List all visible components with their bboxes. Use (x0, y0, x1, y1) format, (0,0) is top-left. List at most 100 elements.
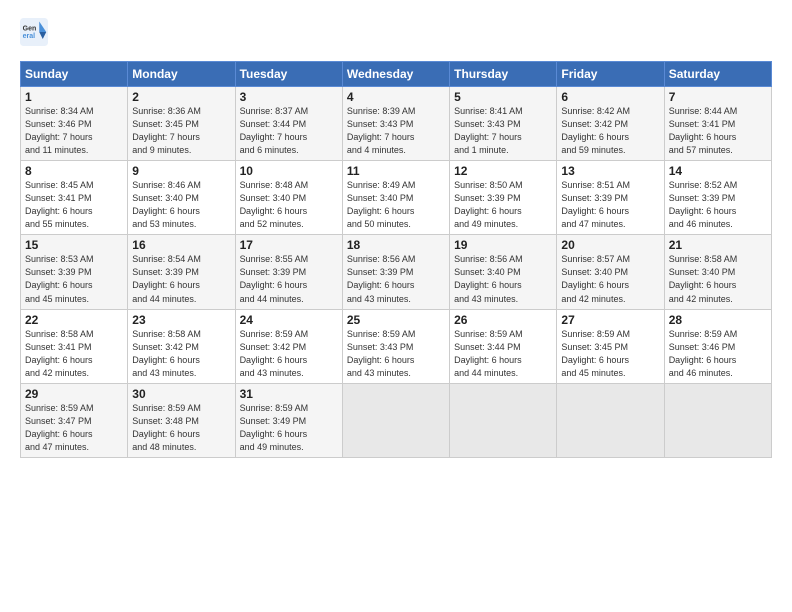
calendar-cell: 17Sunrise: 8:55 AM Sunset: 3:39 PM Dayli… (235, 235, 342, 309)
day-info: Sunrise: 8:37 AM Sunset: 3:44 PM Dayligh… (240, 105, 338, 157)
calendar-cell: 29Sunrise: 8:59 AM Sunset: 3:47 PM Dayli… (21, 383, 128, 457)
calendar-cell: 15Sunrise: 8:53 AM Sunset: 3:39 PM Dayli… (21, 235, 128, 309)
day-number: 1 (25, 90, 123, 104)
calendar-cell: 28Sunrise: 8:59 AM Sunset: 3:46 PM Dayli… (664, 309, 771, 383)
header-row: SundayMondayTuesdayWednesdayThursdayFrid… (21, 62, 772, 87)
calendar-cell: 5Sunrise: 8:41 AM Sunset: 3:43 PM Daylig… (450, 87, 557, 161)
day-info: Sunrise: 8:44 AM Sunset: 3:41 PM Dayligh… (669, 105, 767, 157)
calendar-cell (450, 383, 557, 457)
calendar-cell: 12Sunrise: 8:50 AM Sunset: 3:39 PM Dayli… (450, 161, 557, 235)
day-number: 30 (132, 387, 230, 401)
calendar-cell: 6Sunrise: 8:42 AM Sunset: 3:42 PM Daylig… (557, 87, 664, 161)
day-number: 9 (132, 164, 230, 178)
day-number: 2 (132, 90, 230, 104)
calendar-cell: 2Sunrise: 8:36 AM Sunset: 3:45 PM Daylig… (128, 87, 235, 161)
calendar-cell: 1Sunrise: 8:34 AM Sunset: 3:46 PM Daylig… (21, 87, 128, 161)
day-number: 19 (454, 238, 552, 252)
day-number: 13 (561, 164, 659, 178)
calendar-cell: 9Sunrise: 8:46 AM Sunset: 3:40 PM Daylig… (128, 161, 235, 235)
day-number: 8 (25, 164, 123, 178)
day-info: Sunrise: 8:59 AM Sunset: 3:42 PM Dayligh… (240, 328, 338, 380)
day-info: Sunrise: 8:39 AM Sunset: 3:43 PM Dayligh… (347, 105, 445, 157)
day-info: Sunrise: 8:59 AM Sunset: 3:45 PM Dayligh… (561, 328, 659, 380)
day-info: Sunrise: 8:59 AM Sunset: 3:49 PM Dayligh… (240, 402, 338, 454)
calendar-cell: 24Sunrise: 8:59 AM Sunset: 3:42 PM Dayli… (235, 309, 342, 383)
day-info: Sunrise: 8:56 AM Sunset: 3:40 PM Dayligh… (454, 253, 552, 305)
week-row-2: 8Sunrise: 8:45 AM Sunset: 3:41 PM Daylig… (21, 161, 772, 235)
day-number: 5 (454, 90, 552, 104)
day-number: 18 (347, 238, 445, 252)
day-number: 10 (240, 164, 338, 178)
calendar-table: SundayMondayTuesdayWednesdayThursdayFrid… (20, 61, 772, 458)
day-number: 26 (454, 313, 552, 327)
day-number: 11 (347, 164, 445, 178)
calendar-cell (557, 383, 664, 457)
day-number: 17 (240, 238, 338, 252)
day-number: 14 (669, 164, 767, 178)
day-info: Sunrise: 8:49 AM Sunset: 3:40 PM Dayligh… (347, 179, 445, 231)
header-day-monday: Monday (128, 62, 235, 87)
header-day-sunday: Sunday (21, 62, 128, 87)
day-info: Sunrise: 8:36 AM Sunset: 3:45 PM Dayligh… (132, 105, 230, 157)
calendar-cell: 20Sunrise: 8:57 AM Sunset: 3:40 PM Dayli… (557, 235, 664, 309)
calendar-cell: 27Sunrise: 8:59 AM Sunset: 3:45 PM Dayli… (557, 309, 664, 383)
day-info: Sunrise: 8:58 AM Sunset: 3:41 PM Dayligh… (25, 328, 123, 380)
calendar-header: SundayMondayTuesdayWednesdayThursdayFrid… (21, 62, 772, 87)
calendar-cell: 16Sunrise: 8:54 AM Sunset: 3:39 PM Dayli… (128, 235, 235, 309)
calendar-cell: 23Sunrise: 8:58 AM Sunset: 3:42 PM Dayli… (128, 309, 235, 383)
day-number: 31 (240, 387, 338, 401)
page: Gen eral SundayMondayTuesdayWednesdayThu… (0, 0, 792, 612)
day-number: 28 (669, 313, 767, 327)
calendar-cell: 8Sunrise: 8:45 AM Sunset: 3:41 PM Daylig… (21, 161, 128, 235)
day-number: 25 (347, 313, 445, 327)
day-number: 24 (240, 313, 338, 327)
calendar-cell: 14Sunrise: 8:52 AM Sunset: 3:39 PM Dayli… (664, 161, 771, 235)
day-info: Sunrise: 8:59 AM Sunset: 3:47 PM Dayligh… (25, 402, 123, 454)
week-row-5: 29Sunrise: 8:59 AM Sunset: 3:47 PM Dayli… (21, 383, 772, 457)
calendar-cell: 31Sunrise: 8:59 AM Sunset: 3:49 PM Dayli… (235, 383, 342, 457)
day-info: Sunrise: 8:55 AM Sunset: 3:39 PM Dayligh… (240, 253, 338, 305)
header-day-tuesday: Tuesday (235, 62, 342, 87)
calendar-cell (664, 383, 771, 457)
day-number: 15 (25, 238, 123, 252)
calendar-cell: 18Sunrise: 8:56 AM Sunset: 3:39 PM Dayli… (342, 235, 449, 309)
calendar-cell: 21Sunrise: 8:58 AM Sunset: 3:40 PM Dayli… (664, 235, 771, 309)
day-info: Sunrise: 8:48 AM Sunset: 3:40 PM Dayligh… (240, 179, 338, 231)
calendar-cell: 25Sunrise: 8:59 AM Sunset: 3:43 PM Dayli… (342, 309, 449, 383)
day-info: Sunrise: 8:41 AM Sunset: 3:43 PM Dayligh… (454, 105, 552, 157)
day-number: 16 (132, 238, 230, 252)
calendar-cell: 4Sunrise: 8:39 AM Sunset: 3:43 PM Daylig… (342, 87, 449, 161)
day-info: Sunrise: 8:34 AM Sunset: 3:46 PM Dayligh… (25, 105, 123, 157)
calendar-cell: 11Sunrise: 8:49 AM Sunset: 3:40 PM Dayli… (342, 161, 449, 235)
day-info: Sunrise: 8:59 AM Sunset: 3:44 PM Dayligh… (454, 328, 552, 380)
header-day-thursday: Thursday (450, 62, 557, 87)
calendar-cell: 19Sunrise: 8:56 AM Sunset: 3:40 PM Dayli… (450, 235, 557, 309)
svg-text:Gen: Gen (23, 25, 37, 32)
header-day-saturday: Saturday (664, 62, 771, 87)
calendar-cell: 26Sunrise: 8:59 AM Sunset: 3:44 PM Dayli… (450, 309, 557, 383)
header-day-friday: Friday (557, 62, 664, 87)
day-number: 6 (561, 90, 659, 104)
calendar-cell: 10Sunrise: 8:48 AM Sunset: 3:40 PM Dayli… (235, 161, 342, 235)
day-info: Sunrise: 8:59 AM Sunset: 3:43 PM Dayligh… (347, 328, 445, 380)
calendar-cell: 22Sunrise: 8:58 AM Sunset: 3:41 PM Dayli… (21, 309, 128, 383)
day-info: Sunrise: 8:42 AM Sunset: 3:42 PM Dayligh… (561, 105, 659, 157)
week-row-1: 1Sunrise: 8:34 AM Sunset: 3:46 PM Daylig… (21, 87, 772, 161)
day-number: 12 (454, 164, 552, 178)
calendar-cell: 13Sunrise: 8:51 AM Sunset: 3:39 PM Dayli… (557, 161, 664, 235)
day-info: Sunrise: 8:45 AM Sunset: 3:41 PM Dayligh… (25, 179, 123, 231)
day-info: Sunrise: 8:50 AM Sunset: 3:39 PM Dayligh… (454, 179, 552, 231)
day-info: Sunrise: 8:53 AM Sunset: 3:39 PM Dayligh… (25, 253, 123, 305)
calendar-body: 1Sunrise: 8:34 AM Sunset: 3:46 PM Daylig… (21, 87, 772, 458)
week-row-4: 22Sunrise: 8:58 AM Sunset: 3:41 PM Dayli… (21, 309, 772, 383)
day-number: 3 (240, 90, 338, 104)
day-number: 7 (669, 90, 767, 104)
calendar-cell: 7Sunrise: 8:44 AM Sunset: 3:41 PM Daylig… (664, 87, 771, 161)
day-number: 20 (561, 238, 659, 252)
day-info: Sunrise: 8:57 AM Sunset: 3:40 PM Dayligh… (561, 253, 659, 305)
day-info: Sunrise: 8:59 AM Sunset: 3:46 PM Dayligh… (669, 328, 767, 380)
calendar-cell: 3Sunrise: 8:37 AM Sunset: 3:44 PM Daylig… (235, 87, 342, 161)
header-day-wednesday: Wednesday (342, 62, 449, 87)
day-number: 22 (25, 313, 123, 327)
day-info: Sunrise: 8:51 AM Sunset: 3:39 PM Dayligh… (561, 179, 659, 231)
